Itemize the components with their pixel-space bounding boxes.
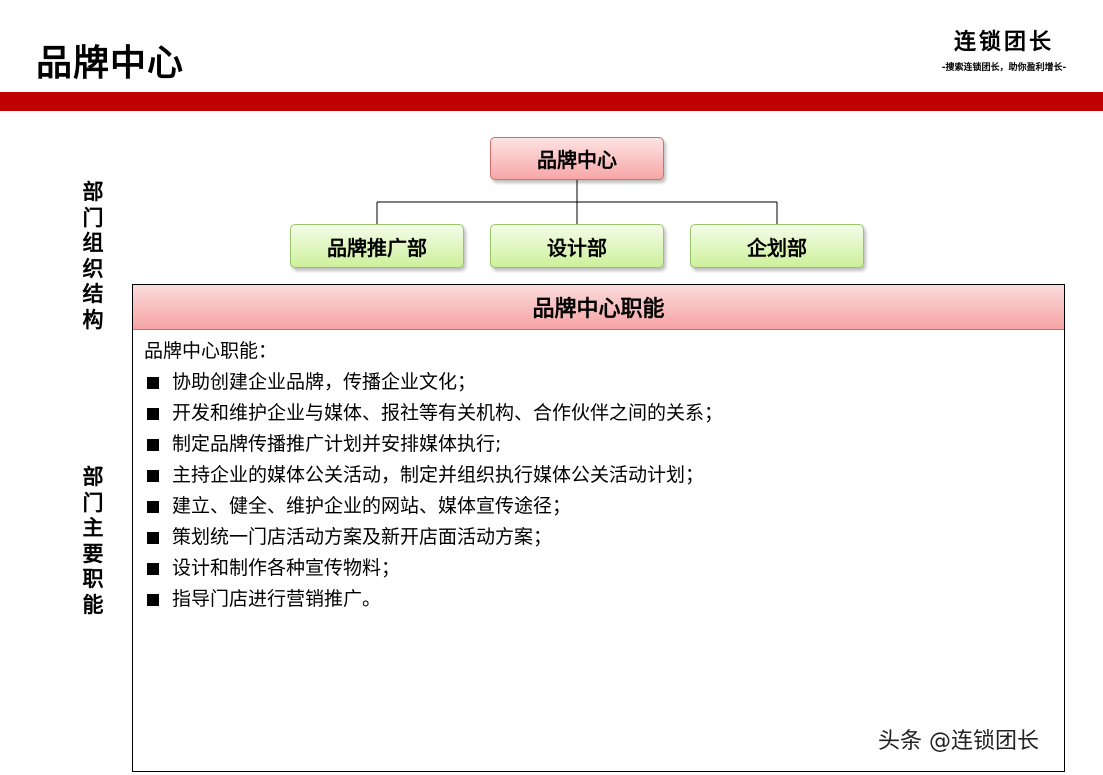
duties-panel-heading: 品牌中心职能 bbox=[133, 285, 1064, 330]
org-node-design: 设计部 bbox=[490, 224, 664, 268]
duty-item: 策划统一门店活动方案及新开店面活动方案； bbox=[144, 522, 1054, 553]
duty-item: 协助创建企业品牌，传播企业文化； bbox=[144, 367, 1054, 398]
square-bullet-icon bbox=[147, 593, 159, 606]
duty-list: 协助创建企业品牌，传播企业文化； 开发和维护企业与媒体、报社等有关机构、合作伙伴… bbox=[144, 367, 1054, 615]
org-node-brand-promotion: 品牌推广部 bbox=[290, 224, 464, 268]
duty-text: 指导门店进行营销推广。 bbox=[172, 588, 382, 610]
square-bullet-icon bbox=[147, 407, 159, 420]
watermark: 头条 @连锁团长 bbox=[878, 729, 1039, 754]
duties-panel-body: 品牌中心职能： 协助创建企业品牌，传播企业文化； 开发和维护企业与媒体、报社等有… bbox=[144, 336, 1054, 615]
duty-text: 建立、健全、维护企业的网站、媒体宣传途径； bbox=[172, 495, 572, 517]
duties-panel: 品牌中心职能 品牌中心职能： 协助创建企业品牌，传播企业文化； 开发和维护企业与… bbox=[132, 284, 1065, 772]
duty-text: 策划统一门店活动方案及新开店面活动方案； bbox=[172, 526, 553, 548]
duty-item: 开发和维护企业与媒体、报社等有关机构、合作伙伴之间的关系； bbox=[144, 398, 1054, 429]
duty-item: 主持企业的媒体公关活动，制定并组织执行媒体公关活动计划； bbox=[144, 460, 1054, 491]
duty-text: 开发和维护企业与媒体、报社等有关机构、合作伙伴之间的关系； bbox=[172, 402, 724, 424]
duty-item: 指导门店进行营销推广。 bbox=[144, 584, 1054, 615]
duty-text: 主持企业的媒体公关活动，制定并组织执行媒体公关活动计划； bbox=[172, 464, 705, 486]
duty-text: 协助创建企业品牌，传播企业文化； bbox=[172, 371, 477, 393]
org-node-planning: 企划部 bbox=[690, 224, 864, 268]
square-bullet-icon bbox=[147, 438, 159, 451]
duty-text: 设计和制作各种宣传物料； bbox=[172, 557, 401, 579]
duty-item: 建立、健全、维护企业的网站、媒体宣传途径； bbox=[144, 491, 1054, 522]
square-bullet-icon bbox=[147, 562, 159, 575]
duty-text: 制定品牌传播推广计划并安排媒体执行; bbox=[172, 433, 502, 455]
org-node-root: 品牌中心 bbox=[490, 137, 664, 180]
duty-item: 设计和制作各种宣传物料； bbox=[144, 553, 1054, 584]
square-bullet-icon bbox=[147, 469, 159, 482]
square-bullet-icon bbox=[147, 531, 159, 544]
duty-item: 制定品牌传播推广计划并安排媒体执行; bbox=[144, 429, 1054, 460]
duties-intro: 品牌中心职能： bbox=[144, 340, 278, 362]
square-bullet-icon bbox=[147, 376, 159, 389]
square-bullet-icon bbox=[147, 500, 159, 513]
